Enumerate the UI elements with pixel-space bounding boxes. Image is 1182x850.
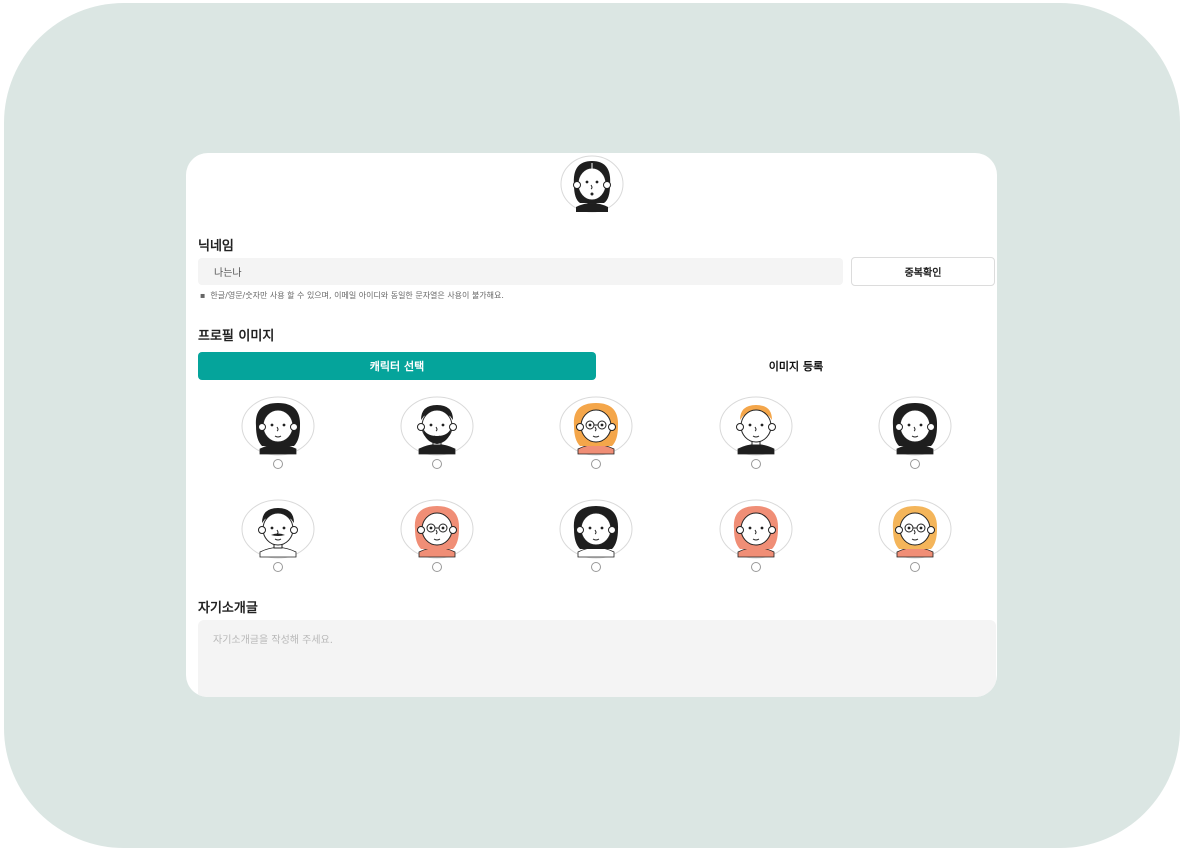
character-option[interactable] [357, 499, 516, 576]
character-radio[interactable] [432, 562, 443, 572]
nickname-input[interactable] [198, 258, 843, 285]
bio-label: 자기소개글 [198, 601, 258, 616]
tab-image-upload[interactable]: 이미지 등록 [596, 352, 996, 380]
woman-black-hair-avatar-icon[interactable] [241, 396, 315, 456]
character-option[interactable] [836, 396, 995, 499]
character-radio[interactable] [591, 562, 602, 572]
character-radio[interactable] [750, 562, 761, 572]
character-option[interactable] [676, 396, 835, 499]
character-option[interactable] [676, 499, 835, 576]
woman-black-hair-avatar-icon [560, 155, 624, 213]
duplicate-check-button[interactable]: 중복확인 [851, 257, 995, 286]
tab-character-select[interactable]: 캐릭터 선택 [198, 352, 596, 380]
character-radio[interactable] [750, 459, 761, 469]
bun-hair-woman-avatar-icon[interactable] [559, 499, 633, 559]
nickname-hint-text: 한글/영문/숫자만 사용 할 수 있으며, 이메일 아이디와 동일한 문자열은 … [210, 291, 504, 300]
profile-image-label: 프로필 이미지 [198, 329, 275, 344]
character-option[interactable] [357, 396, 516, 499]
character-radio[interactable] [591, 459, 602, 469]
character-option[interactable] [198, 499, 357, 576]
nickname-hint: ▪ 한글/영문/숫자만 사용 할 수 있으며, 이메일 아이디와 동일한 문자열은… [200, 290, 504, 301]
character-option[interactable] [517, 396, 676, 499]
character-radio[interactable] [910, 562, 921, 572]
character-radio[interactable] [910, 459, 921, 469]
current-profile-avatar [560, 155, 624, 215]
blonde-woman-glasses-avatar-icon[interactable] [878, 499, 952, 559]
bearded-man-avatar-icon[interactable] [400, 396, 474, 456]
pink-updo-woman-avatar-icon[interactable] [719, 499, 793, 559]
character-option[interactable] [198, 396, 357, 499]
profile-edit-card: 닉네임 중복확인 ▪ 한글/영문/숫자만 사용 할 수 있으며, 이메일 아이디와… [186, 153, 997, 697]
character-radio[interactable] [272, 459, 283, 469]
character-radio[interactable] [272, 562, 283, 572]
character-option[interactable] [836, 499, 995, 576]
character-radio[interactable] [432, 459, 443, 469]
bullet-icon: ▪ [200, 291, 206, 300]
woman-black-hair-avatar-icon[interactable] [878, 396, 952, 456]
character-grid [198, 396, 995, 576]
nickname-label: 닉네임 [198, 239, 234, 254]
mustache-man-avatar-icon[interactable] [241, 499, 315, 559]
pink-long-hair-avatar-icon[interactable] [400, 499, 474, 559]
bio-textarea[interactable] [198, 620, 996, 697]
blonde-man-avatar-icon[interactable] [719, 396, 793, 456]
curly-orange-hair-avatar-icon[interactable] [559, 396, 633, 456]
character-option[interactable] [517, 499, 676, 576]
